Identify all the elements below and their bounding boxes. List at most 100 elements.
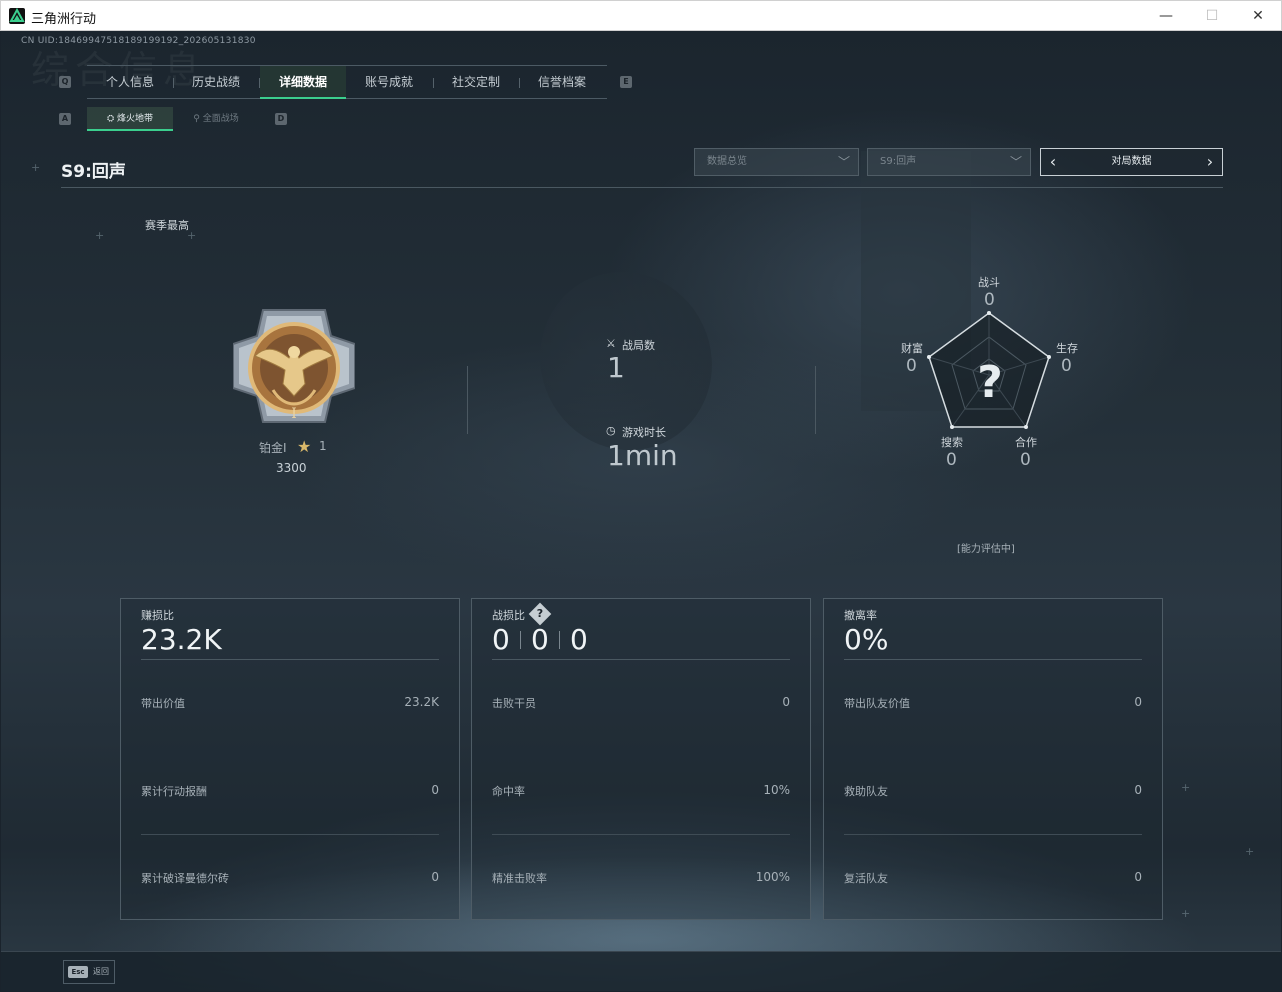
- radar-unknown-mark: ?: [977, 357, 1003, 408]
- tab-credit-record[interactable]: 信誉档案: [519, 66, 605, 99]
- kill-death-card: 战损比 ? 0 0 0 击败干员 0 命中率 10% 精准击败率 100%: [471, 598, 811, 920]
- season-title: S9:回声: [61, 162, 126, 182]
- row-label: 精准击败率: [492, 872, 547, 885]
- tab-social-custom[interactable]: 社交定制: [433, 66, 519, 99]
- card-main-value: 0%: [844, 623, 889, 656]
- row-label: 累计破译曼德尔砖: [141, 872, 229, 885]
- row-value: 23.2K: [404, 695, 439, 709]
- kd-separator: [520, 631, 521, 649]
- crossed-swords-icon: ⚔: [606, 337, 616, 350]
- row-label: 带出价值: [141, 697, 185, 710]
- row-label: 命中率: [492, 785, 525, 798]
- card-divider: [844, 834, 1142, 835]
- card-title: 撤离率: [844, 609, 877, 622]
- keyhint-next-subtab: D: [275, 113, 287, 125]
- minimize-button[interactable]: —: [1143, 1, 1189, 31]
- radar-label-search: 搜索: [941, 436, 963, 449]
- deco-plus-icon: +: [1181, 907, 1191, 920]
- row-label: 击败干员: [492, 697, 536, 710]
- season-best-label: 赛季最高: [145, 219, 189, 232]
- pager-prev-button[interactable]: ‹: [1043, 149, 1063, 175]
- radar-value-search: 0: [946, 450, 957, 470]
- subtab-operations[interactable]: ⛭ 烽火地带: [87, 107, 173, 131]
- game-viewport: 综合信息 + + + + + + CN UID:1846994751818919…: [1, 31, 1281, 991]
- radar-value-wealth: 0: [906, 356, 917, 376]
- fortress-icon: ⛭: [106, 114, 118, 124]
- row-label: 复活队友: [844, 872, 888, 885]
- profit-loss-card: 赚损比 23.2K 带出价值 23.2K 累计行动报酬 0 累计破译曼德尔砖 0: [120, 598, 460, 920]
- card-divider: [141, 834, 439, 835]
- row-label: 带出队友价值: [844, 697, 910, 710]
- rank-name: 铂金I: [259, 441, 287, 455]
- back-label: 返回: [93, 967, 109, 976]
- deco-plus-icon: +: [31, 161, 41, 174]
- radar-value-survival: 0: [1061, 356, 1072, 376]
- row-label: 累计行动报酬: [141, 785, 207, 798]
- subtab-warfare[interactable]: ⚲ 全面战场: [173, 107, 259, 131]
- chevron-down-icon: ﹀: [1009, 155, 1022, 169]
- radar-label-combat: 战斗: [978, 276, 1000, 289]
- deco-plus-icon: +: [1245, 845, 1255, 858]
- row-value: 10%: [763, 783, 790, 797]
- card-divider: [492, 834, 790, 835]
- season-dropdown[interactable]: S9:回声 ﹀: [867, 148, 1031, 176]
- medal-numeral: I: [291, 406, 297, 422]
- footer-bar: Esc 返回: [1, 951, 1281, 991]
- row-value: 0: [431, 870, 439, 884]
- help-icon[interactable]: ?: [528, 602, 552, 626]
- extraction-rate-card: 撤离率 0% 带出队友价值 0 救助队友 0 复活队友 0: [823, 598, 1163, 920]
- matches-label: 战局数: [622, 339, 655, 352]
- app-logo-icon: [9, 8, 25, 24]
- subtab-operations-label: 烽火地带: [117, 114, 154, 124]
- pager-label: 对局数据: [1111, 156, 1152, 167]
- kd-kills: 0: [492, 623, 510, 656]
- card-title: 赚损比: [141, 609, 174, 622]
- row-value: 100%: [755, 870, 790, 884]
- section-divider: [815, 366, 816, 434]
- tab-personal-info[interactable]: 个人信息: [87, 66, 173, 99]
- card-divider: [492, 659, 790, 660]
- close-button[interactable]: ✕: [1235, 1, 1281, 31]
- maximize-button[interactable]: ☐: [1189, 1, 1235, 31]
- radar-label-cooperation: 合作: [1015, 436, 1037, 449]
- rank-score: 3300: [276, 461, 307, 475]
- back-button[interactable]: Esc 返回: [63, 960, 115, 984]
- window-titlebar: 三角洲行动 — ☐ ✕: [0, 0, 1282, 31]
- matches-value: 1: [607, 351, 625, 384]
- card-main-value: 23.2K: [141, 623, 222, 656]
- deco-plus-icon: +: [95, 229, 105, 242]
- keyhint-prev-subtab: A: [59, 113, 71, 125]
- row-label: 救助队友: [844, 785, 888, 798]
- rank-star-count: 1: [319, 439, 327, 453]
- row-value: 0: [431, 783, 439, 797]
- chevron-down-icon: ﹀: [837, 155, 850, 169]
- row-value: 0: [1134, 695, 1142, 709]
- rank-line: 铂金I ★ 1: [259, 437, 339, 457]
- ability-radar-chart: ?: [921, 305, 1061, 435]
- window-title: 三角洲行动: [31, 12, 97, 27]
- card-divider: [141, 659, 439, 660]
- pager-next-button[interactable]: ›: [1200, 149, 1220, 175]
- tab-achievements[interactable]: 账号成就: [346, 66, 432, 99]
- card-divider: [844, 659, 1142, 660]
- tab-match-history[interactable]: 历史战绩: [173, 66, 259, 99]
- keyhint-next-tab: E: [620, 76, 632, 88]
- tab-detailed-data[interactable]: 详细数据: [260, 66, 346, 99]
- kd-separator: [559, 631, 560, 649]
- playtime-label: 游戏时长: [622, 426, 666, 439]
- main-tab-bar: 个人信息 历史战绩 详细数据 账号成就 社交定制 信誉档案: [87, 65, 607, 99]
- esc-key-hint: Esc: [68, 966, 88, 978]
- deco-plus-icon: +: [1181, 781, 1191, 794]
- section-divider: [467, 366, 468, 434]
- kd-deaths: 0: [531, 623, 549, 656]
- player-uid: CN UID:18469947518189199192_202605131830: [21, 36, 256, 46]
- clock-icon: ◷: [606, 424, 616, 437]
- radar-label-wealth: 财富: [901, 342, 923, 355]
- row-value: 0: [1134, 783, 1142, 797]
- subtab-warfare-label: 全面战场: [202, 114, 239, 124]
- season-value: S9:回声: [880, 156, 917, 167]
- ability-eval-status: [能力评估中]: [957, 544, 1015, 555]
- header-divider: [61, 187, 1223, 188]
- data-type-dropdown[interactable]: 数据总览 ﹀: [694, 148, 859, 176]
- radar-value-cooperation: 0: [1020, 450, 1031, 470]
